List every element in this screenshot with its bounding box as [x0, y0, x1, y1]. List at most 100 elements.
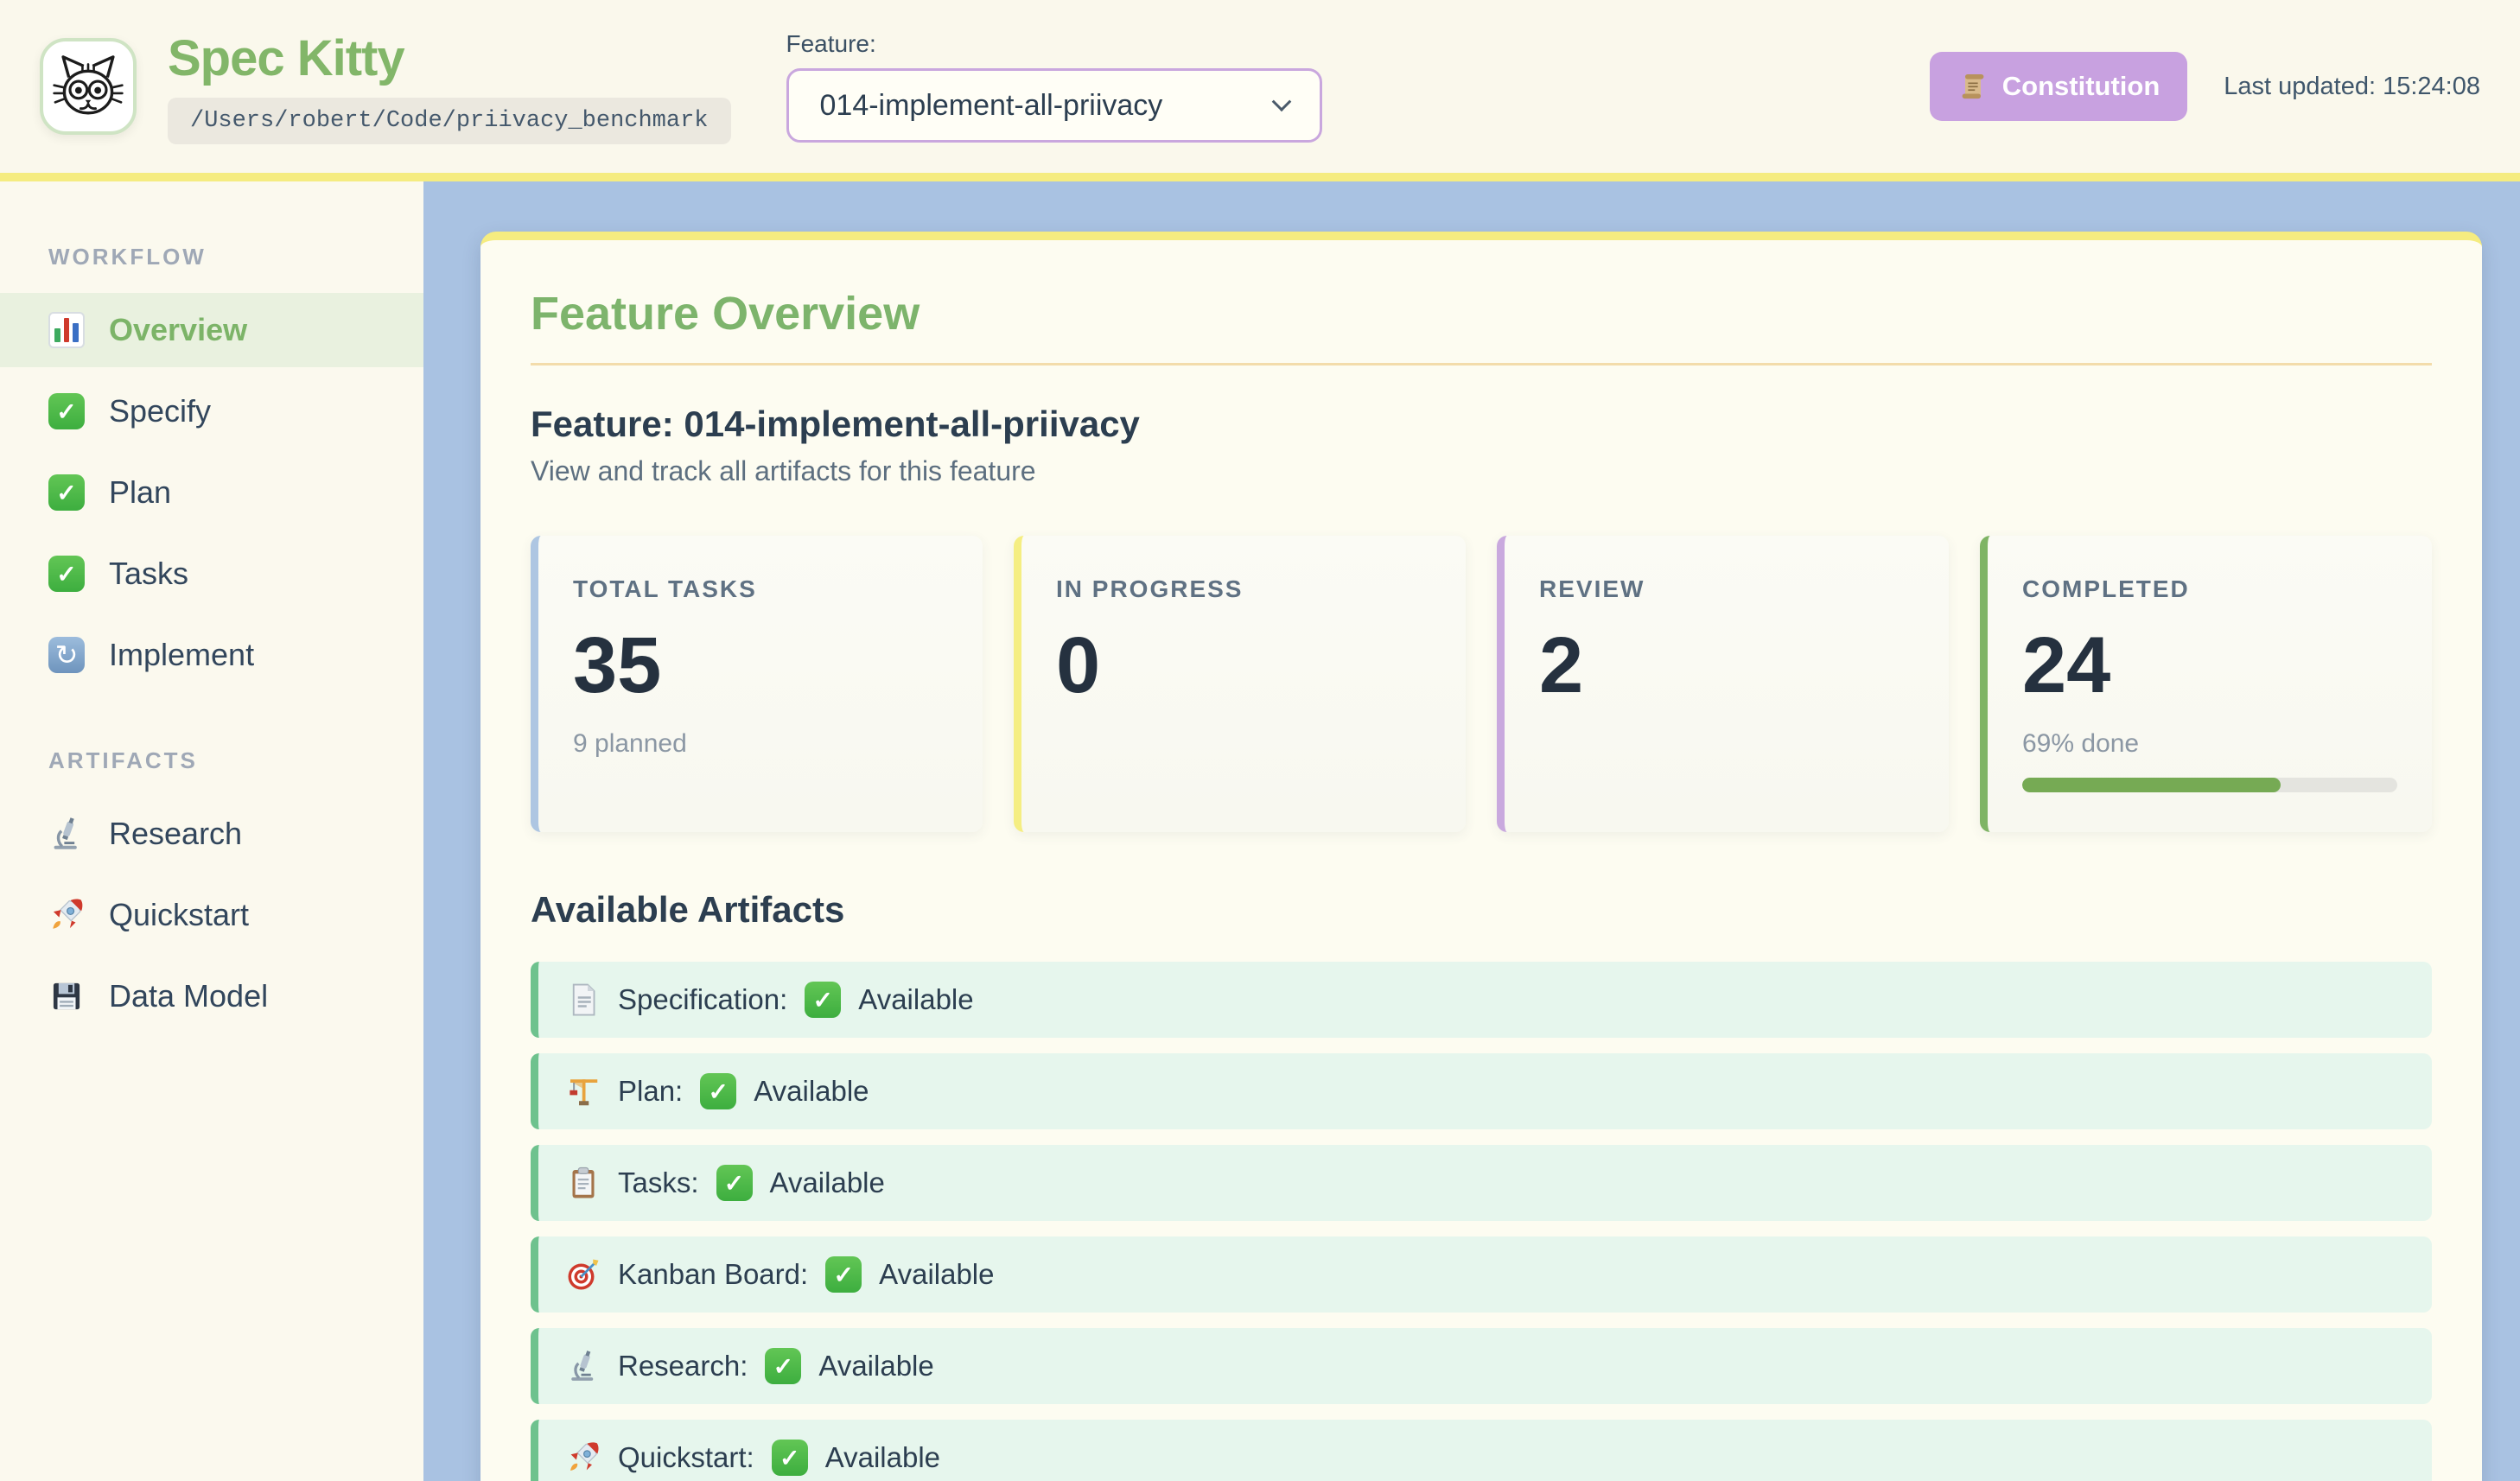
artifact-status: Available: [825, 1441, 940, 1474]
project-path: /Users/robert/Code/priivacy_benchmark: [168, 98, 731, 144]
sidebar-item-data-model[interactable]: Data Model: [0, 959, 423, 1033]
artifact-status: Available: [818, 1350, 933, 1382]
sidebar: WORKFLOW Overview ✓ Specify ✓ Plan ✓ Tasks ↻ Impl…: [0, 181, 423, 1481]
page-title: Feature Overview: [531, 287, 2432, 340]
stat-label: TOTAL TASKS: [573, 575, 948, 603]
brand: Spec Kitty /Users/robert/Code/priivacy_b…: [168, 29, 731, 144]
sidebar-item-plan[interactable]: ✓ Plan: [0, 455, 423, 530]
artifact-row-plan: Plan: ✓ Available: [531, 1053, 2432, 1129]
layout: WORKFLOW Overview ✓ Specify ✓ Plan ✓ Tasks ↻ Impl…: [0, 181, 2520, 1481]
sidebar-item-tasks[interactable]: ✓ Tasks: [0, 537, 423, 611]
artifact-row-research: Research: ✓ Available: [531, 1328, 2432, 1404]
completion-progress-fill: [2022, 778, 2281, 792]
feature-overview-card: Feature Overview Feature: 014-implement-…: [480, 232, 2482, 1481]
check-icon: ✓: [772, 1440, 808, 1476]
artifact-status: Available: [770, 1166, 885, 1199]
last-updated: Last updated: 15:24:08: [2224, 73, 2480, 101]
check-icon: ✓: [48, 393, 85, 429]
artifact-label: Kanban Board:: [618, 1258, 808, 1291]
refresh-icon: ↻: [48, 637, 85, 673]
artifact-row-kanban-board: Kanban Board: ✓ Available: [531, 1236, 2432, 1313]
feature-select-group: Feature: 014-implement-all-priivacy: [786, 30, 1322, 143]
artifacts-list: Specification:✓AvailablePlan:✓AvailableT…: [531, 962, 2432, 1481]
nav-section-artifacts: ARTIFACTS Research Quickstart Data Model: [0, 747, 423, 1033]
title-divider: [531, 363, 2432, 365]
sidebar-item-label: Plan: [109, 474, 171, 511]
app-logo: [40, 38, 137, 135]
sidebar-item-overview[interactable]: Overview: [0, 293, 423, 367]
floppy-icon: [48, 978, 85, 1014]
feature-heading: Feature: 014-implement-all-priivacy: [531, 404, 2432, 445]
stat-subtext: 69% done: [2022, 729, 2397, 759]
main-area: Feature Overview Feature: 014-implement-…: [423, 181, 2520, 1481]
check-icon: ✓: [765, 1348, 801, 1384]
stat-value: 35: [573, 626, 948, 705]
target-icon: [566, 1257, 601, 1292]
artifact-label: Quickstart:: [618, 1441, 754, 1474]
nav-section-title: ARTIFACTS: [0, 747, 423, 774]
stat-card-review: REVIEW2: [1497, 536, 1949, 832]
artifact-row-tasks: Tasks: ✓ Available: [531, 1145, 2432, 1221]
clipboard-icon: [566, 1166, 601, 1200]
nav-section-title: WORKFLOW: [0, 244, 423, 270]
stats-row: TOTAL TASKS 35 9 planned IN PROGRESS 0 REVIEW…: [531, 536, 2432, 832]
feature-subtitle: View and track all artifacts for this fe…: [531, 455, 2432, 487]
sidebar-item-quickstart[interactable]: Quickstart: [0, 878, 423, 952]
sidebar-item-research[interactable]: Research: [0, 797, 423, 871]
stat-card-total-tasks: TOTAL TASKS 35 9 planned: [531, 536, 983, 832]
artifact-label: Research:: [618, 1350, 748, 1382]
document-icon: [566, 982, 601, 1017]
sidebar-item-specify[interactable]: ✓ Specify: [0, 374, 423, 448]
check-icon: ✓: [805, 982, 841, 1018]
header-accent-bar: [0, 173, 2520, 181]
constitution-button-label: Constitution: [2002, 71, 2160, 102]
header: Spec Kitty /Users/robert/Code/priivacy_b…: [0, 0, 2520, 173]
sidebar-item-label: Quickstart: [109, 897, 249, 933]
stat-card-completed: COMPLETED 24 69% done: [1980, 536, 2432, 832]
microscope-icon: [48, 816, 85, 852]
artifact-row-specification: Specification:✓Available: [531, 962, 2432, 1038]
stat-value: 0: [1056, 626, 1431, 705]
microscope-icon: [566, 1349, 601, 1383]
sidebar-item-label: Data Model: [109, 978, 268, 1014]
check-icon: ✓: [825, 1256, 862, 1293]
chevron-down-icon: [1271, 92, 1291, 111]
scroll-icon: [1957, 71, 1989, 102]
constitution-button[interactable]: Constitution: [1930, 52, 2188, 121]
check-icon: ✓: [48, 556, 85, 592]
feature-select[interactable]: 014-implement-all-priivacy: [786, 68, 1322, 143]
app: { "header": { "app_name": "Spec Kitty", …: [0, 0, 2520, 1481]
feature-select-label: Feature:: [786, 30, 1322, 58]
sidebar-item-label: Implement: [109, 637, 254, 673]
rocket-icon: [48, 897, 85, 933]
check-icon: ✓: [700, 1073, 736, 1109]
nav-section-workflow: WORKFLOW Overview ✓ Specify ✓ Plan ✓ Tasks ↻ Impl…: [0, 244, 423, 692]
sidebar-item-label: Overview: [109, 312, 247, 348]
bar-chart-icon: [48, 312, 85, 348]
sidebar-item-implement[interactable]: ↻ Implement: [0, 618, 423, 692]
stat-card-in-progress: IN PROGRESS 0: [1014, 536, 1466, 832]
artifact-label: Plan:: [618, 1075, 683, 1108]
rocket-icon: [566, 1440, 601, 1475]
completion-progress-bar: [2022, 778, 2397, 792]
artifacts-title: Available Artifacts: [531, 889, 2432, 931]
artifact-status: Available: [754, 1075, 869, 1108]
app-title: Spec Kitty: [168, 29, 731, 87]
stat-value: 2: [1539, 626, 1914, 705]
cat-logo-icon: [52, 50, 124, 123]
feature-select-value: 014-implement-all-priivacy: [820, 89, 1163, 123]
check-icon: ✓: [716, 1165, 753, 1201]
stat-value: 24: [2022, 626, 2397, 705]
artifact-label: Tasks:: [618, 1166, 699, 1199]
sidebar-item-label: Research: [109, 816, 242, 852]
stat-label: IN PROGRESS: [1056, 575, 1431, 603]
artifact-row-quickstart: Quickstart: ✓ Available: [531, 1420, 2432, 1481]
stat-subtext: 9 planned: [573, 729, 948, 759]
artifact-status: Available: [858, 983, 973, 1016]
artifact-status: Available: [879, 1258, 994, 1291]
sidebar-item-label: Specify: [109, 393, 211, 429]
crane-icon: [566, 1074, 601, 1109]
check-icon: ✓: [48, 474, 85, 511]
stat-label: COMPLETED: [2022, 575, 2397, 603]
sidebar-item-label: Tasks: [109, 556, 188, 592]
